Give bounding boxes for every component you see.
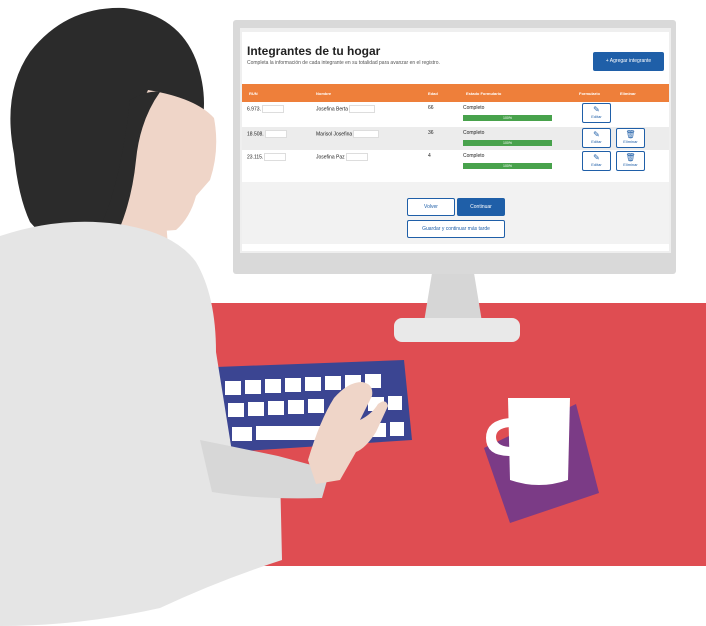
back-button[interactable]: Volver [407,198,455,216]
column-header-form: Formulario [579,91,600,96]
save-later-button[interactable]: Guardar y continuar más tarde [407,220,505,238]
monitor-neck [424,273,482,322]
age-cell: 36 [428,130,434,136]
form-footer: Volver Continuar Guardar y continuar más… [242,182,669,244]
age-cell: 4 [428,153,431,159]
edit-button[interactable]: ✎ Editar [582,151,611,171]
redacted-field [353,130,380,138]
edit-button[interactable]: ✎ Editar [582,128,611,148]
column-header-delete: Eliminar [620,91,636,96]
pencil-icon: ✎ [593,105,600,114]
continue-button[interactable]: Continuar [457,198,505,216]
mug-icon [508,398,570,485]
status-text: Completo [463,105,485,111]
column-header-age: Edad [428,91,438,96]
pencil-icon: ✎ [593,130,600,139]
trash-icon: 🗑 [625,130,636,139]
progress-bar: 100% [463,140,552,146]
edit-button-label: Editar [591,114,602,119]
run-cell: 6.973. [247,105,284,113]
run-cell: 18.508. [247,130,287,138]
column-header-name: Nombre [316,91,332,96]
run-value: 23.115. [247,154,264,161]
age-cell: 66 [428,105,434,111]
illustration-stage: Integrantes de tu hogar Completa la info… [0,0,706,626]
delete-button-label: Eliminar [623,162,638,167]
name-cell: Josefina Berta [316,105,375,113]
column-header-status: Estado Formulario [466,91,502,96]
name-cell: Marisol Josefina [316,130,380,138]
page-subtitle: Completa la información de cada integran… [247,60,440,66]
redacted-field [345,153,368,161]
edit-button[interactable]: ✎ Editar [582,103,611,123]
app-screen: Integrantes de tu hogar Completa la info… [242,32,669,251]
monitor-base [394,318,520,342]
redacted-field [264,130,287,138]
trash-icon: 🗑 [625,153,636,162]
table-header: RUN Nombre Edad Estado Formulario Formul… [242,84,669,102]
table-row: 6.973. Josefina Berta 66 Completo 100% ✎… [242,102,669,125]
progress-bar: 100% [463,115,552,121]
column-header-run: RUN [249,91,258,96]
delete-button-label: Eliminar [623,139,638,144]
page-header: Integrantes de tu hogar Completa la info… [247,44,547,66]
name-value: Marisol Josefina [316,131,353,138]
redacted-field [348,105,375,113]
edit-button-label: Editar [591,139,602,144]
name-value: Josefina Paz [316,154,345,161]
name-cell: Josefina Paz [316,153,368,161]
redacted-field [264,153,287,161]
pencil-icon: ✎ [593,153,600,162]
page-title: Integrantes de tu hogar [247,44,381,58]
delete-button[interactable]: 🗑 Eliminar [616,128,645,148]
status-text: Completo [463,130,485,136]
status-text: Completo [463,153,485,159]
run-cell: 23.115. [247,153,287,161]
add-member-button[interactable]: + Agregar integrante [593,52,664,71]
table-row: 23.115. Josefina Paz 4 Completo 100% ✎ E… [242,150,669,173]
run-value: 6.973. [247,106,261,113]
table-row: 18.508. Marisol Josefina 36 Completo 100… [242,127,669,150]
name-value: Josefina Berta [316,106,348,113]
run-value: 18.508. [247,131,264,138]
delete-button[interactable]: 🗑 Eliminar [616,151,645,171]
progress-bar: 100% [463,163,552,169]
edit-button-label: Editar [591,162,602,167]
redacted-field [261,105,284,113]
